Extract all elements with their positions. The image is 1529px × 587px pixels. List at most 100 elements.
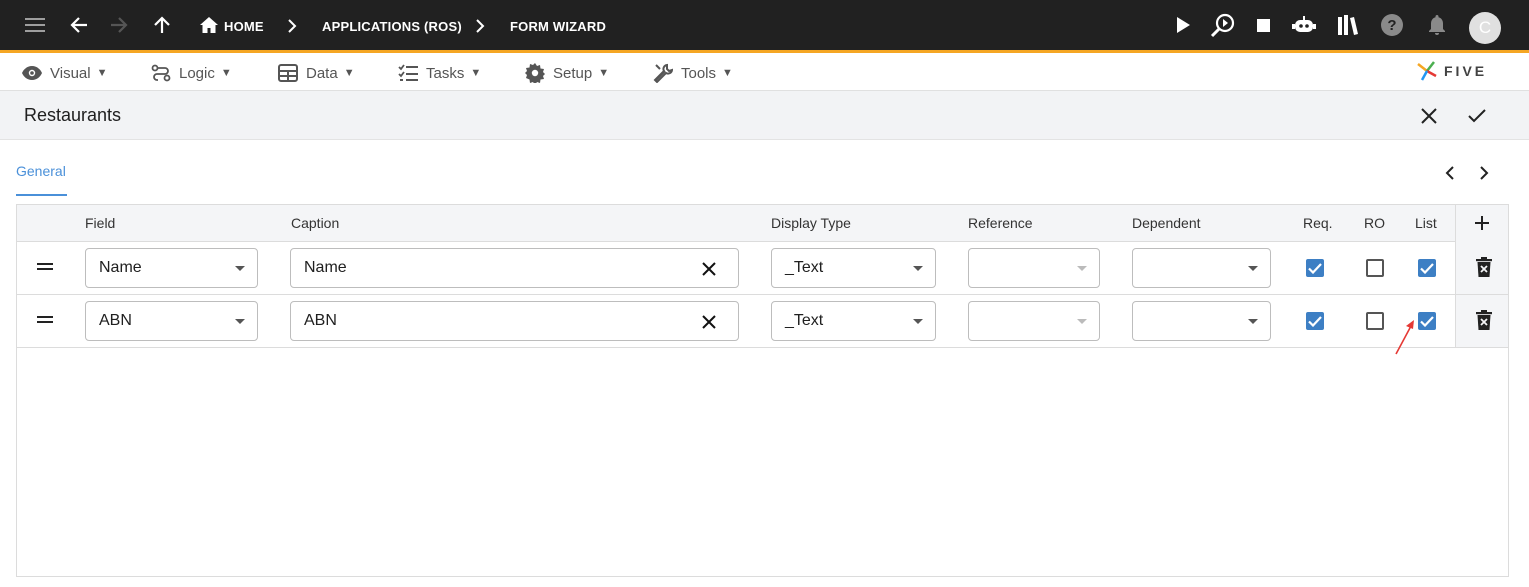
- ro-checkbox[interactable]: [1366, 312, 1384, 330]
- caption-value: Name: [304, 259, 347, 276]
- delete-row-icon[interactable]: [1475, 257, 1493, 277]
- next-page-button[interactable]: [1473, 162, 1495, 184]
- menu-setup[interactable]: Setup ▼: [525, 56, 609, 90]
- stop-icon[interactable]: [1248, 10, 1278, 40]
- menu-tools-label: Tools: [681, 64, 717, 82]
- table-grid-icon: [278, 64, 298, 82]
- check-icon: [1420, 262, 1434, 274]
- dependent-select[interactable]: [1132, 301, 1271, 341]
- tab-general[interactable]: General: [16, 162, 67, 196]
- run-play-icon[interactable]: [1168, 10, 1198, 40]
- column-header-field: Field: [85, 215, 116, 231]
- field-select[interactable]: ABN: [85, 301, 258, 341]
- logo-text: FIVE: [1444, 63, 1488, 79]
- list-checkbox[interactable]: [1418, 259, 1436, 277]
- grid-header: Field Caption Display Type Reference Dep…: [17, 205, 1508, 242]
- breadcrumb-form-wizard[interactable]: FORM WIZARD: [510, 0, 606, 53]
- five-logo-icon: [1417, 61, 1437, 81]
- clear-icon[interactable]: [700, 313, 718, 331]
- notifications-bell-icon[interactable]: [1422, 10, 1452, 40]
- display-type-value: _Text: [785, 259, 824, 276]
- logic-flow-icon: [151, 64, 171, 82]
- display-type-select[interactable]: _Text: [771, 248, 936, 288]
- check-icon: [1468, 109, 1486, 123]
- forward-arrow-icon[interactable]: [104, 10, 134, 40]
- caption-input[interactable]: Name: [290, 248, 739, 288]
- chatbot-icon[interactable]: [1289, 10, 1319, 40]
- cancel-close-button[interactable]: [1416, 103, 1442, 129]
- field-select[interactable]: Name: [85, 248, 258, 288]
- check-icon: [1420, 315, 1434, 327]
- page-title: Restaurants: [24, 105, 122, 125]
- save-check-button[interactable]: [1464, 103, 1490, 129]
- menu-bar: Visual ▼ Logic ▼ Data ▼ Tasks ▼ Setup ▼ Tools…: [0, 56, 1529, 91]
- menu-setup-label: Setup: [553, 64, 593, 82]
- fields-grid: Field Caption Display Type Reference Dep…: [16, 204, 1509, 577]
- page-header: Restaurants: [0, 91, 1529, 140]
- menu-tools[interactable]: Tools ▼: [653, 56, 733, 90]
- drag-handle-icon[interactable]: [37, 261, 53, 271]
- delete-row-icon[interactable]: [1475, 310, 1493, 330]
- plus-icon: [1475, 216, 1489, 230]
- user-avatar[interactable]: C: [1469, 12, 1501, 44]
- menu-visual[interactable]: Visual ▼: [22, 56, 107, 90]
- dropdown-caret: ▼: [343, 67, 355, 79]
- breadcrumb-home[interactable]: HOME: [224, 0, 264, 53]
- help-icon[interactable]: ?: [1377, 10, 1407, 40]
- avatar-letter: C: [1478, 18, 1492, 37]
- back-arrow-icon[interactable]: [64, 10, 94, 40]
- home-icon[interactable]: [194, 10, 224, 40]
- check-icon: [1308, 262, 1322, 274]
- chevron-right-icon: [1480, 166, 1489, 180]
- hamburger-menu-icon[interactable]: [20, 10, 50, 40]
- dropdown-caret: ▼: [220, 67, 232, 79]
- dropdown-caret: ▼: [722, 67, 733, 79]
- display-type-value: _Text: [785, 312, 824, 329]
- req-checkbox[interactable]: [1306, 259, 1324, 277]
- ro-checkbox[interactable]: [1366, 259, 1384, 277]
- up-arrow-icon[interactable]: [147, 10, 177, 40]
- dropdown-caret: ▼: [470, 67, 482, 79]
- table-row: ABN ABN _Text: [17, 295, 1508, 348]
- column-header-req: Req.: [1303, 215, 1333, 231]
- dropdown-arrow-icon: [235, 319, 245, 324]
- eye-icon: [22, 66, 42, 80]
- breadcrumb-applications[interactable]: APPLICATIONS (ROS): [322, 0, 462, 53]
- previous-page-button[interactable]: [1439, 162, 1461, 184]
- drag-handle-icon[interactable]: [37, 314, 53, 324]
- svg-text:?: ?: [1387, 17, 1396, 34]
- menu-data[interactable]: Data ▼: [278, 56, 355, 90]
- column-header-caption: Caption: [291, 215, 340, 231]
- dropdown-caret: ▼: [96, 67, 108, 79]
- menu-logic[interactable]: Logic ▼: [151, 56, 232, 90]
- add-row-button[interactable]: [1474, 215, 1490, 231]
- dropdown-arrow-icon: [913, 319, 923, 324]
- tools-wrench-icon: [653, 63, 673, 83]
- req-checkbox[interactable]: [1306, 312, 1324, 330]
- column-header-reference: Reference: [968, 215, 1033, 231]
- chevron-left-icon: [1445, 166, 1454, 180]
- library-books-icon[interactable]: [1333, 10, 1363, 40]
- dependent-select[interactable]: [1132, 248, 1271, 288]
- menu-data-label: Data: [306, 64, 338, 82]
- app-bar: HOME APPLICATIONS (ROS) FORM WIZARD ? C: [0, 0, 1529, 53]
- check-icon: [1308, 315, 1322, 327]
- column-header-display-type: Display Type: [771, 215, 851, 231]
- menu-tasks[interactable]: Tasks ▼: [398, 56, 481, 90]
- five-logo: FIVE: [1416, 58, 1508, 84]
- caption-input[interactable]: ABN: [290, 301, 739, 341]
- column-header-dependent: Dependent: [1132, 215, 1201, 231]
- column-header-list: List: [1415, 215, 1437, 231]
- dropdown-arrow-icon: [1248, 319, 1258, 324]
- menu-logic-label: Logic: [179, 64, 215, 82]
- reference-select[interactable]: [968, 248, 1100, 288]
- close-icon: [1421, 108, 1437, 124]
- debug-search-icon[interactable]: [1208, 10, 1238, 40]
- reference-select[interactable]: [968, 301, 1100, 341]
- display-type-select[interactable]: _Text: [771, 301, 936, 341]
- column-header-ro: RO: [1364, 215, 1385, 231]
- clear-icon[interactable]: [700, 260, 718, 278]
- annotation-arrow-icon: [1395, 320, 1414, 355]
- dropdown-arrow-icon: [913, 266, 923, 271]
- list-checkbox[interactable]: [1418, 312, 1436, 330]
